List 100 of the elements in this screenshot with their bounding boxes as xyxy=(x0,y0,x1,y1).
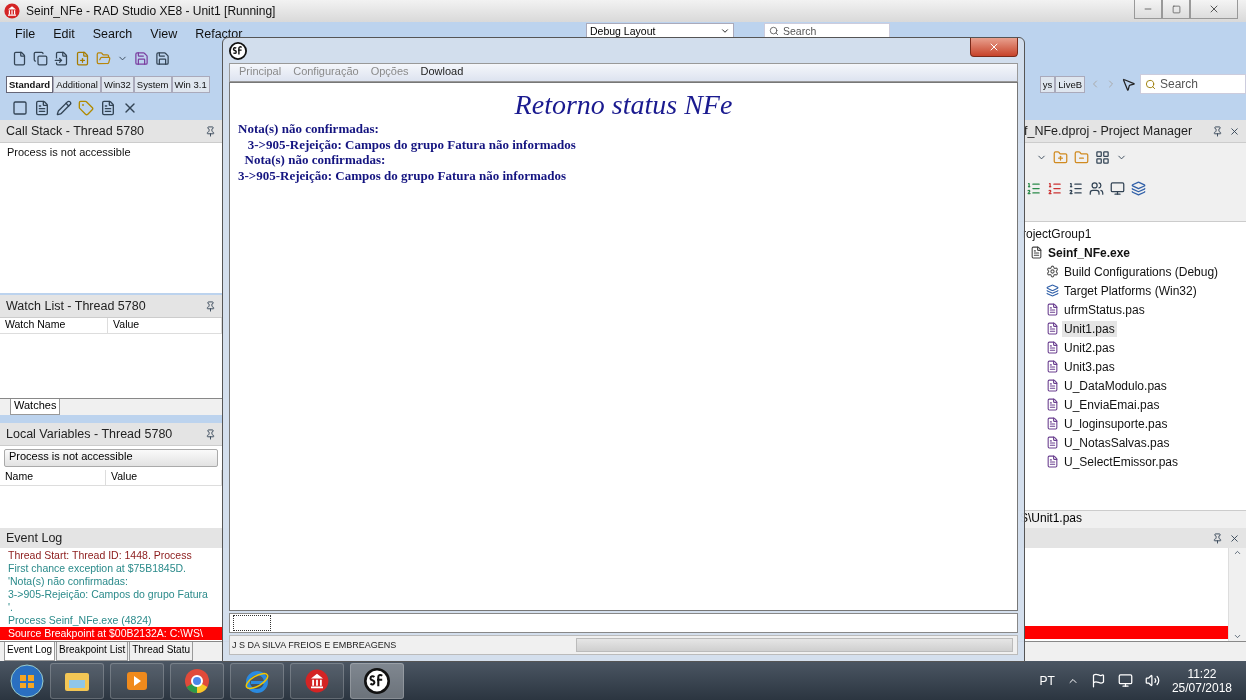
close-button[interactable] xyxy=(1190,0,1238,19)
file-icon xyxy=(1046,322,1059,335)
sf-logo-icon xyxy=(364,667,390,694)
language-indicator[interactable]: PT xyxy=(1039,673,1055,688)
tree-item[interactable]: U_NotasSalvas.pas xyxy=(1062,434,1172,451)
flag-icon[interactable] xyxy=(1090,673,1106,688)
taskbar-app[interactable] xyxy=(350,662,404,699)
import-icon[interactable] xyxy=(54,51,69,66)
pin-icon[interactable] xyxy=(1212,532,1223,544)
panel-title: Event Log xyxy=(6,531,63,545)
clock-time: 11:22 xyxy=(1187,666,1217,681)
palette-search-field[interactable]: Search xyxy=(1140,74,1246,94)
panel-title: Watch List - Thread 5780 xyxy=(6,299,146,313)
maximize-icon xyxy=(1171,4,1181,14)
close-button[interactable] xyxy=(970,38,1018,57)
log-line: 'Nota(s) não confirmadas: xyxy=(7,575,128,588)
message-line: 3->905-Rejeição: Campos do grupo Fatura não informados xyxy=(246,136,577,152)
panel-tab[interactable]: Breakpoint List xyxy=(56,642,129,661)
menu-item[interactable]: View xyxy=(141,26,187,41)
tree-item[interactable]: U_SelectEmissor.pas xyxy=(1062,453,1181,470)
layers-icon[interactable] xyxy=(1131,181,1146,196)
panel-title: Local Variables - Thread 5780 xyxy=(6,427,173,441)
close-icon[interactable] xyxy=(1229,532,1240,544)
pin-icon[interactable] xyxy=(205,428,216,440)
network-icon[interactable] xyxy=(1117,673,1133,688)
status-text: J S DA SILVA FREIOS E EMBREAGENS xyxy=(231,640,398,650)
new-item-icon[interactable] xyxy=(75,51,90,66)
add-item-icon[interactable] xyxy=(1026,181,1041,196)
tree-item[interactable]: Unit2.pas xyxy=(1062,339,1117,356)
maximize-button[interactable] xyxy=(1162,0,1190,19)
file-icon xyxy=(1046,436,1059,449)
gear-icon xyxy=(1046,265,1059,278)
tree-item[interactable]: Seinf_NFe.exe xyxy=(1046,244,1133,261)
volume-icon[interactable] xyxy=(1144,673,1160,688)
palette-tab[interactable]: Standard xyxy=(6,75,54,93)
remove-folder-icon[interactable] xyxy=(1074,150,1089,165)
menu-item[interactable]: File xyxy=(6,26,45,41)
menu-item[interactable]: Search xyxy=(83,26,142,41)
close-icon xyxy=(1208,3,1220,15)
palette-tab[interactable]: System xyxy=(133,75,172,93)
panel-tab[interactable]: Event Log xyxy=(4,642,56,661)
input-field[interactable] xyxy=(233,615,271,631)
tree-item[interactable]: ufrmStatus.pas xyxy=(1062,301,1147,318)
scroll-down-icon[interactable] xyxy=(1233,632,1242,641)
minimize-button[interactable] xyxy=(1134,0,1162,19)
menu-item[interactable]: Dowload xyxy=(414,64,470,81)
start-button[interactable] xyxy=(10,663,44,698)
tree-item[interactable]: U_EnviaEmai.pas xyxy=(1062,396,1162,413)
log-line: First chance exception at $75B1845D. xyxy=(7,562,187,575)
scroll-up-icon[interactable] xyxy=(1233,548,1242,557)
taskbar-app[interactable] xyxy=(50,662,104,699)
message-line: 3->905-Rejeição: Campos do grupo Fatura não informados xyxy=(238,167,568,183)
taskbar-app[interactable] xyxy=(290,662,344,699)
save-all-icon[interactable] xyxy=(155,51,170,66)
menu-icon[interactable] xyxy=(34,100,50,116)
close-icon[interactable] xyxy=(1229,125,1240,137)
tree-item[interactable]: U_DataModulo.pas xyxy=(1062,377,1169,394)
pin-icon[interactable] xyxy=(205,125,216,137)
tree-item[interactable]: Unit3.pas xyxy=(1062,358,1117,375)
file-icon xyxy=(1046,341,1059,354)
add-folder-icon[interactable] xyxy=(1053,150,1068,165)
palette-tab[interactable]: ys xyxy=(1039,75,1056,93)
heading: Retorno status NFe xyxy=(514,89,733,121)
taskbar-app[interactable] xyxy=(170,662,224,699)
numbered-list-icon[interactable] xyxy=(1068,181,1083,196)
users-icon[interactable] xyxy=(1089,181,1104,196)
file-icon xyxy=(1046,398,1059,411)
menu-item[interactable]: Edit xyxy=(44,26,84,41)
build-icon[interactable] xyxy=(1110,181,1125,196)
tree-item[interactable]: Build Configurations (Debug) xyxy=(1062,263,1221,280)
tree-item[interactable]: Unit1.pas xyxy=(1062,320,1117,337)
temple-icon xyxy=(4,3,20,19)
grid-icon[interactable] xyxy=(1095,150,1110,165)
save-icon[interactable] xyxy=(134,51,149,66)
copy-icon[interactable] xyxy=(33,51,48,66)
status-message: Process is not accessible xyxy=(6,145,132,160)
watches-tab[interactable]: Watches xyxy=(10,399,61,415)
palette-tab[interactable]: Win 3.1 xyxy=(171,75,210,93)
tree-item[interactable]: U_loginsuporte.pas xyxy=(1062,415,1170,432)
project-icon xyxy=(1030,246,1043,259)
edit-icon[interactable] xyxy=(56,100,72,116)
remove-item-icon[interactable] xyxy=(1047,181,1062,196)
layers-icon xyxy=(1046,284,1059,297)
label-icon[interactable] xyxy=(100,100,116,116)
tree-item[interactable]: Target Platforms (Win32) xyxy=(1062,282,1199,299)
pin-icon[interactable] xyxy=(1212,125,1223,137)
clock-date: 25/07/2018 xyxy=(1171,680,1232,695)
palette-tab[interactable]: Additional xyxy=(53,75,101,93)
column-header: Name xyxy=(0,470,106,485)
pointer-icon[interactable] xyxy=(1121,76,1136,92)
palette-tab[interactable]: Win32 xyxy=(100,75,134,93)
thread-dropdown[interactable]: Process is not accessible xyxy=(4,449,218,467)
message-line: Nota(s) não confirmadas: xyxy=(243,152,387,168)
pin-icon[interactable] xyxy=(205,300,216,312)
new-file-icon[interactable] xyxy=(12,51,27,66)
file-icon xyxy=(1046,417,1059,430)
frame-icon[interactable] xyxy=(12,100,28,116)
panel-tab[interactable]: Thread Statu xyxy=(129,642,193,661)
panel-title: f_NFe.dproj - Project Manager xyxy=(1024,124,1193,138)
palette-tab[interactable]: LiveB xyxy=(1055,75,1085,93)
